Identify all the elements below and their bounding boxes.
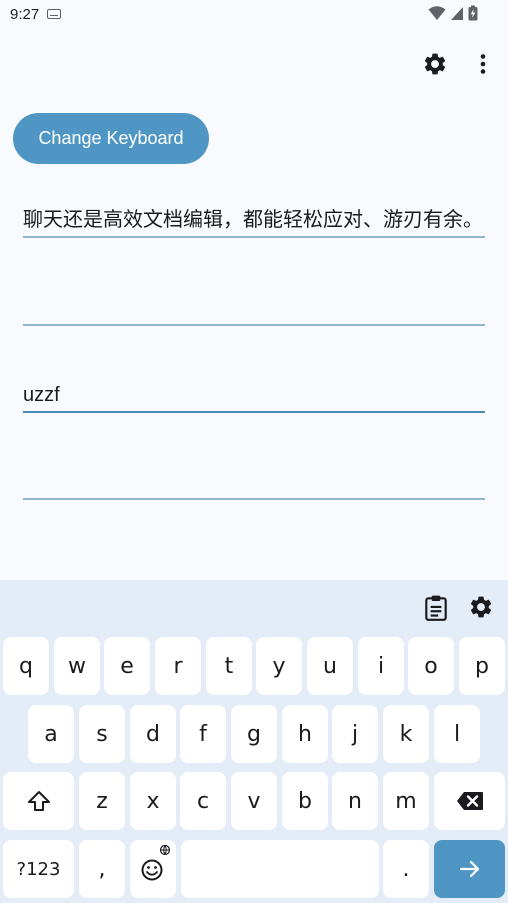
status-time: 9:27 — [10, 5, 40, 23]
key-t[interactable]: t — [206, 637, 252, 695]
key-f[interactable]: f — [180, 705, 226, 763]
key-a[interactable]: a — [28, 705, 74, 763]
settings-gear-icon[interactable] — [422, 51, 448, 77]
key-s[interactable]: s — [79, 705, 125, 763]
key-p[interactable]: p — [459, 637, 505, 695]
more-vert-icon[interactable] — [474, 52, 492, 76]
key-x[interactable]: x — [130, 772, 176, 830]
key-g[interactable]: g — [231, 705, 277, 763]
text-field-3[interactable]: uzzf — [23, 373, 485, 413]
text-field-1[interactable]: 聊天还是高效文档编辑，都能轻松应对、游刃有余。 — [23, 198, 485, 238]
key-u[interactable]: u — [307, 637, 353, 695]
text-field-4[interactable] — [23, 460, 485, 500]
clipboard-icon[interactable] — [423, 594, 449, 622]
emoji-key[interactable] — [130, 840, 176, 898]
change-keyboard-button[interactable]: Change Keyboard — [13, 113, 209, 164]
period-key[interactable]: . — [383, 840, 429, 898]
enter-key[interactable] — [434, 840, 505, 898]
wifi-icon — [428, 6, 446, 20]
signal-icon — [451, 7, 463, 20]
key-b[interactable]: b — [282, 772, 328, 830]
key-c[interactable]: c — [180, 772, 226, 830]
app-bar — [0, 40, 508, 88]
battery-icon — [468, 5, 478, 21]
key-n[interactable]: n — [332, 772, 378, 830]
key-l[interactable]: l — [434, 705, 480, 763]
backspace-key[interactable] — [434, 772, 505, 830]
key-q[interactable]: q — [3, 637, 49, 695]
space-key[interactable] — [181, 840, 379, 898]
key-m[interactable]: m — [383, 772, 429, 830]
key-y[interactable]: y — [256, 637, 302, 695]
arrow-right-icon — [459, 860, 479, 878]
shift-key[interactable] — [3, 772, 74, 830]
keyboard-toolbar — [0, 580, 508, 636]
key-j[interactable]: j — [332, 705, 378, 763]
key-e[interactable]: e — [104, 637, 150, 695]
status-icons — [428, 5, 478, 21]
key-o[interactable]: o — [408, 637, 454, 695]
emoji-icon — [141, 844, 171, 881]
key-v[interactable]: v — [231, 772, 277, 830]
key-z[interactable]: z — [79, 772, 125, 830]
key-w[interactable]: w — [54, 637, 100, 695]
symbols-key[interactable]: ?123 — [3, 840, 74, 898]
key-i[interactable]: i — [358, 637, 404, 695]
key-h[interactable]: h — [282, 705, 328, 763]
key-r[interactable]: r — [155, 637, 201, 695]
text-field-2[interactable] — [23, 286, 485, 326]
keyboard-settings-icon[interactable] — [468, 594, 494, 620]
key-k[interactable]: k — [383, 705, 429, 763]
keyboard-status-icon — [47, 9, 62, 19]
soft-keyboard: q w e r t y u i o p a s d f g h j k l z … — [0, 580, 508, 903]
backspace-icon — [456, 792, 483, 810]
key-d[interactable]: d — [130, 705, 176, 763]
shift-icon — [27, 791, 50, 811]
comma-key[interactable]: , — [79, 840, 125, 898]
